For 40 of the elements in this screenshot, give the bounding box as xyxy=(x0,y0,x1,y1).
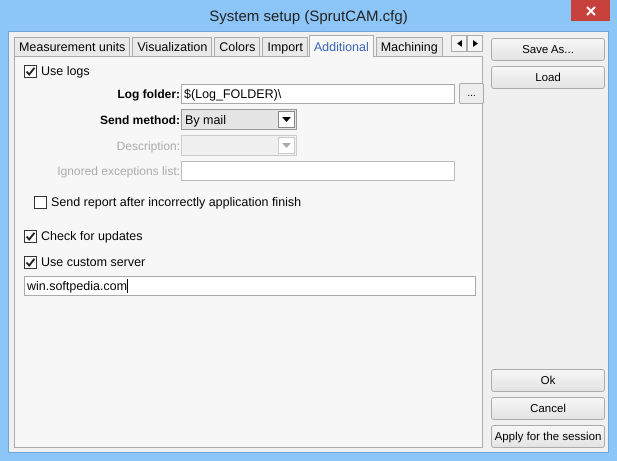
dialog-button[interactable]: Ok xyxy=(491,369,605,392)
dialog-button[interactable]: Load xyxy=(491,66,605,89)
right-triangle-icon xyxy=(472,40,478,47)
tab[interactable]: Import xyxy=(262,37,308,56)
scroll-left-button[interactable] xyxy=(451,35,467,52)
field-label: Description: xyxy=(116,138,180,152)
tab[interactable]: Measurement units xyxy=(14,37,130,56)
scroll-right-button[interactable] xyxy=(467,35,483,52)
dialog-button[interactable]: Save As... xyxy=(491,38,605,61)
tab[interactable]: Machining xyxy=(376,37,443,56)
field-label: Log folder: xyxy=(116,86,180,100)
tab[interactable]: Additional xyxy=(308,35,374,57)
checkbox-label: Use logs xyxy=(41,64,90,78)
checkbox[interactable] xyxy=(24,230,37,242)
window-title: System setup (SprutCAM.cfg) xyxy=(209,8,408,25)
checkbox[interactable] xyxy=(34,196,47,208)
checkbox-label: Send report after incorrectly application finish xyxy=(51,195,302,209)
checkbox-label: Use custom server xyxy=(41,255,146,269)
check-icon xyxy=(25,256,36,268)
left-triangle-icon xyxy=(456,40,462,47)
dropdown-arrow-icon xyxy=(282,143,291,148)
text-field[interactable] xyxy=(181,161,455,181)
checkbox-label: Check for updates xyxy=(41,229,142,243)
close-button[interactable] xyxy=(571,0,610,21)
check-icon xyxy=(25,66,36,76)
dropdown-arrow-icon xyxy=(282,117,291,122)
field-label: Send method: xyxy=(99,112,180,126)
dialog-button[interactable]: Cancel xyxy=(491,397,605,420)
browse-button[interactable]: ... xyxy=(459,83,484,104)
server-field[interactable]: win.softpedia.com xyxy=(24,276,476,296)
checkbox[interactable] xyxy=(24,256,37,268)
checkbox[interactable] xyxy=(24,64,37,78)
check-icon xyxy=(25,230,36,242)
dropdown[interactable]: By mail xyxy=(181,109,297,130)
close-icon xyxy=(586,6,596,16)
dialog-button[interactable]: Apply for the session xyxy=(491,425,605,448)
text-field[interactable]: $(Log_FOLDER)\ xyxy=(181,84,455,104)
tab[interactable]: Visualization xyxy=(132,37,212,56)
tab[interactable]: Colors xyxy=(214,37,260,56)
field-label: Ignored exceptions list: xyxy=(56,164,180,178)
